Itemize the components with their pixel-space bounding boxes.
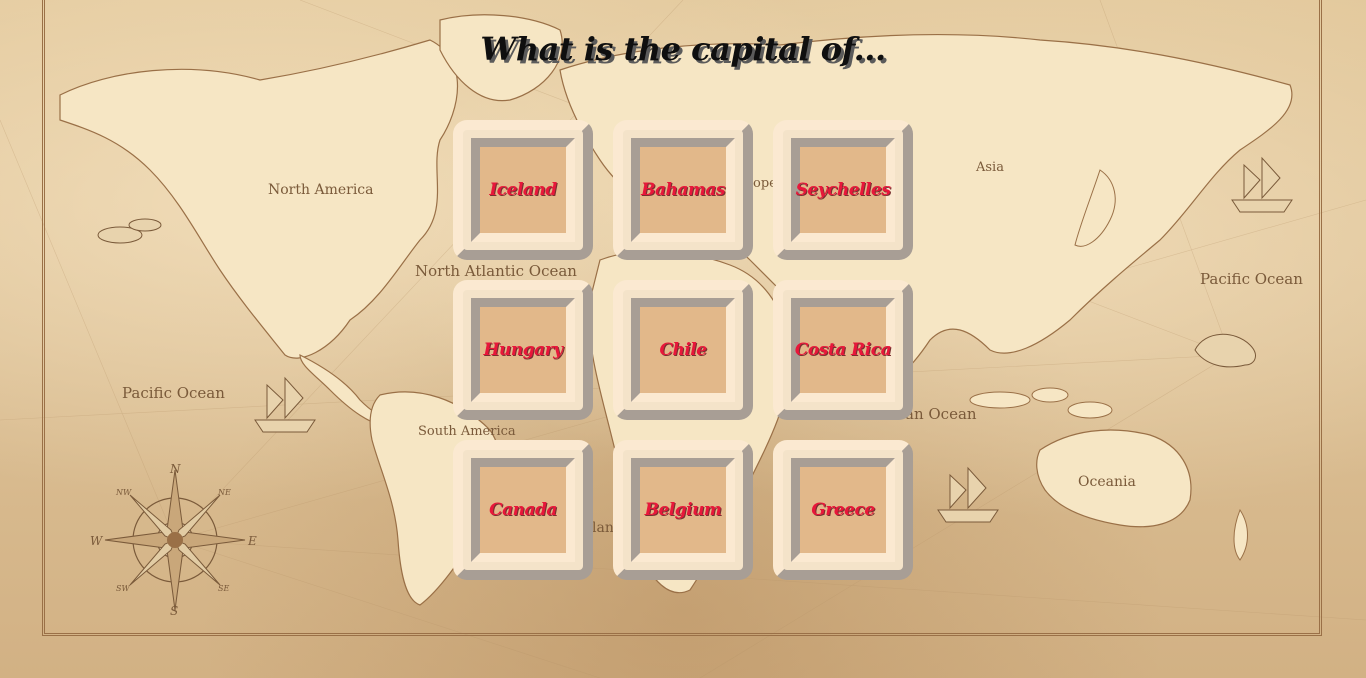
answer-tile[interactable]: Canada: [453, 440, 593, 580]
tile-label: Iceland: [489, 180, 557, 200]
answer-tile[interactable]: Bahamas: [613, 120, 753, 260]
tile-label: Chile: [659, 340, 707, 360]
tile-face: Iceland: [471, 138, 575, 242]
compass-w-label: W: [90, 534, 103, 548]
answer-tile[interactable]: Chile: [613, 280, 753, 420]
question-title: What is the capital of...: [480, 30, 886, 68]
map-label-north-america: North America: [268, 182, 374, 198]
answer-tile[interactable]: Hungary: [453, 280, 593, 420]
tile-face: Belgium: [631, 458, 735, 562]
tile-label: Greece: [811, 500, 875, 520]
answer-tile[interactable]: Iceland: [453, 120, 593, 260]
tile-face: Bahamas: [631, 138, 735, 242]
tile-face: Costa Rica: [791, 298, 895, 402]
compass-ne-label: NE: [218, 488, 231, 497]
tile-face: Canada: [471, 458, 575, 562]
tile-label: Bahamas: [641, 180, 725, 200]
tile-label: Canada: [489, 500, 557, 520]
map-label-pacific-east: Pacific Ocean: [1200, 270, 1303, 288]
map-label-indian-ocean: an Ocean: [905, 405, 977, 423]
tile-face: Chile: [631, 298, 735, 402]
tile-face: Greece: [791, 458, 895, 562]
map-label-pacific-west: Pacific Ocean: [122, 384, 225, 402]
map-label-asia: Asia: [976, 160, 1004, 175]
compass-se-label: SE: [218, 584, 230, 593]
map-label-oceania: Oceania: [1078, 474, 1136, 490]
answer-grid: Iceland Bahamas Seychelles Hungary Chile…: [453, 120, 913, 580]
answer-tile[interactable]: Costa Rica: [773, 280, 913, 420]
answer-tile[interactable]: Belgium: [613, 440, 753, 580]
tile-label: Belgium: [644, 500, 722, 520]
compass-n-label: N: [170, 462, 181, 476]
tile-label: Hungary: [483, 340, 563, 360]
compass-s-label: S: [170, 604, 179, 618]
answer-tile[interactable]: Seychelles: [773, 120, 913, 260]
tile-face: Seychelles: [791, 138, 895, 242]
answer-tile[interactable]: Greece: [773, 440, 913, 580]
tile-label: Costa Rica: [794, 340, 892, 360]
compass-e-label: E: [248, 534, 257, 548]
compass-nw-label: NW: [116, 488, 132, 497]
tile-face: Hungary: [471, 298, 575, 402]
tile-label: Seychelles: [795, 180, 891, 200]
compass-sw-label: SW: [116, 584, 130, 593]
